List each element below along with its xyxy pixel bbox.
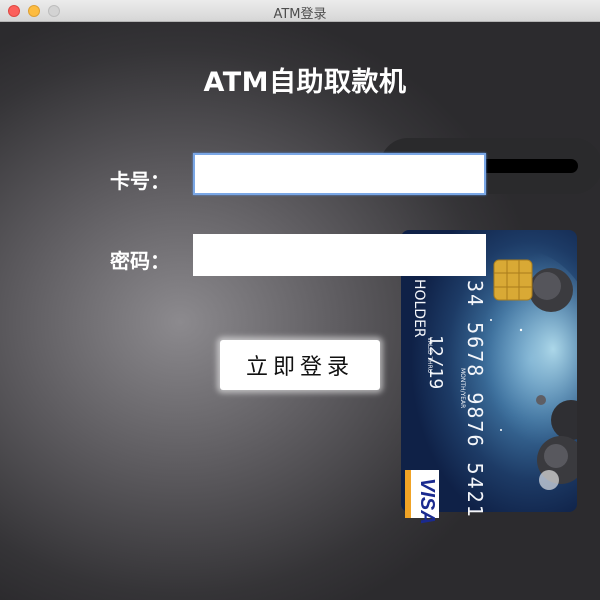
chip-icon bbox=[493, 259, 533, 301]
password-input[interactable] bbox=[193, 234, 486, 276]
title-bar: ATM登录 bbox=[0, 0, 600, 22]
card-month-year-label: MONTH/YEAR bbox=[459, 368, 466, 409]
visa-brand: VISA bbox=[416, 478, 438, 525]
visa-logo-stripe bbox=[405, 470, 411, 518]
card-number: 34 5678 9876 5421 bbox=[463, 280, 487, 519]
card-number-label: 卡号： bbox=[110, 169, 170, 193]
card-expiry: 12/19 bbox=[425, 335, 446, 390]
window-title: ATM登录 bbox=[273, 7, 327, 22]
login-button[interactable]: 立即登录 bbox=[220, 340, 380, 390]
password-label: 密码： bbox=[110, 249, 170, 273]
card-number-input[interactable] bbox=[193, 153, 486, 195]
app-title: ATM自助取款机 bbox=[203, 67, 407, 98]
